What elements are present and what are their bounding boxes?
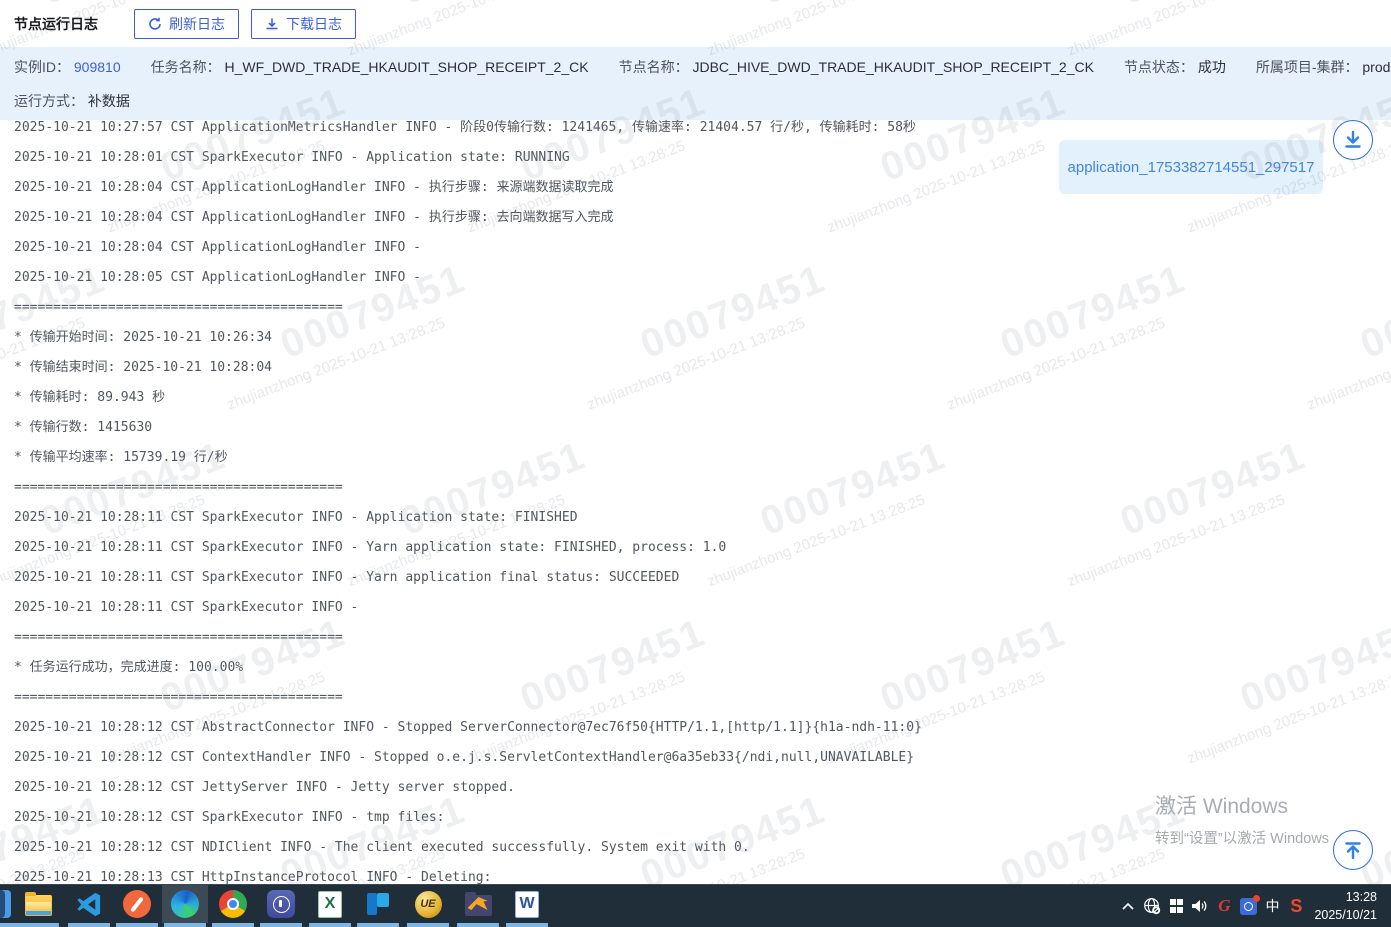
taskbar-app-file-explorer[interactable]: [15, 885, 61, 923]
log-line: 2025-10-21 10:28:04 CST ApplicationLogHa…: [0, 233, 1391, 263]
taskbar-app-chrome[interactable]: [210, 885, 256, 923]
tray-ime-button[interactable]: 中: [1260, 887, 1284, 925]
page-title: 节点运行日志: [14, 14, 98, 34]
log-line: 2025-10-21 10:28:12 CST AbstractConnecto…: [0, 713, 1391, 743]
volume-icon: [1191, 898, 1209, 914]
chevron-up-icon: [1121, 902, 1135, 911]
node-name-field: 节点名称： JDBC_HIVE_DWD_TRADE_HKAUDIT_SHOP_R…: [619, 57, 1094, 77]
page-header: 节点运行日志 刷新日志 下载日志: [0, 0, 1391, 47]
tray-windows-button[interactable]: [1164, 887, 1188, 925]
activate-windows-watermark: 激活 Windows 转到“设置”以激活 Windows: [1155, 790, 1329, 848]
instance-id-field: 实例ID： 909810: [14, 57, 121, 77]
taskbar-app-edge[interactable]: [162, 885, 208, 923]
pen-tool-app-icon: [123, 890, 151, 918]
windows-logo-icon: [1170, 899, 1184, 913]
refresh-log-label: 刷新日志: [169, 14, 225, 34]
network-globe-icon: [1143, 897, 1161, 915]
fine-app-icon: [365, 891, 391, 917]
download-log-label: 下载日志: [286, 14, 342, 34]
info-bar: 实例ID： 909810 任务名称： H_WF_DWD_TRADE_HKAUDI…: [0, 47, 1391, 120]
partial-app-icon: [0, 890, 11, 918]
application-id-popup: application_1753382714551_297517: [1059, 140, 1323, 194]
log-line: 2025-10-21 10:28:11 CST SparkExecutor IN…: [0, 533, 1391, 563]
vscode-icon: [76, 891, 103, 918]
clock-time: 13:28: [1314, 888, 1377, 906]
log-line: 2025-10-21 10:28:11 CST SparkExecutor IN…: [0, 593, 1391, 623]
info-row-1: 实例ID： 909810 任务名称： H_WF_DWD_TRADE_HKAUDI…: [14, 57, 1377, 77]
refresh-icon: [148, 17, 162, 31]
log-line: * 任务运行成功，完成进度: 100.00%: [0, 653, 1391, 683]
tray-screenshot-app-button[interactable]: [1236, 887, 1260, 925]
taskbar-app-vscode[interactable]: [66, 885, 112, 923]
ime-indicator: 中: [1265, 896, 1279, 916]
edge-browser-icon: [171, 890, 199, 918]
log-line: 2025-10-21 10:28:04 CST ApplicationLogHa…: [0, 203, 1391, 233]
log-line: 2025-10-21 10:28:12 CST ContextHandler I…: [0, 743, 1391, 773]
taskbar-clock[interactable]: 13:28 2025/10/21: [1308, 888, 1385, 924]
screenshot-app-icon: [1240, 898, 1257, 915]
instance-id-link[interactable]: 909810: [74, 59, 121, 75]
taskbar-app-meeting[interactable]: [258, 885, 304, 923]
run-mode-field: 运行方式： 补数据: [14, 91, 130, 111]
log-line: * 传输行数: 1415630: [0, 413, 1391, 443]
word-icon: W: [515, 891, 539, 918]
tray-g-app-button[interactable]: G: [1212, 887, 1236, 925]
log-line: * 传输耗时: 89.943 秒: [0, 383, 1391, 413]
back-to-top-button[interactable]: [1333, 830, 1373, 870]
log-line: * 传输平均速率: 15739.19 行/秒: [0, 443, 1391, 473]
tray-network-button[interactable]: [1140, 887, 1164, 925]
activate-windows-line1: 激活 Windows: [1155, 790, 1329, 820]
back-to-top-icon: [1342, 839, 1364, 861]
tray-volume-button[interactable]: [1188, 887, 1212, 925]
application-id-link[interactable]: application_1753382714551_297517: [1068, 159, 1315, 176]
refresh-log-button[interactable]: 刷新日志: [134, 9, 239, 39]
taskbar-app-ultraedit[interactable]: UE: [405, 885, 451, 923]
node-status-value: 成功: [1198, 59, 1226, 75]
taskbar-app-word[interactable]: W: [504, 885, 550, 923]
log-viewer[interactable]: 2025-10-21 10:27:57 CST ApplicationMetri…: [0, 113, 1391, 884]
node-status-field: 节点状态： 成功: [1124, 57, 1226, 77]
sogou-icon: S: [1290, 896, 1302, 917]
download-arrow-icon: [1342, 129, 1364, 151]
log-line: 2025-10-21 10:28:11 CST SparkExecutor IN…: [0, 503, 1391, 533]
download-float-button[interactable]: [1333, 120, 1373, 160]
taskbar-app-fine[interactable]: [355, 885, 401, 923]
log-line: * 传输结束时间: 2025-10-21 10:28:04: [0, 353, 1391, 383]
tray-expand-button[interactable]: [1116, 887, 1140, 925]
download-log-button[interactable]: 下载日志: [251, 9, 356, 39]
log-line: 2025-10-21 10:28:13 CST HttpInstanceProt…: [0, 863, 1391, 884]
chrome-browser-icon: [219, 890, 247, 918]
log-line: 2025-10-21 10:28:05 CST ApplicationLogHa…: [0, 263, 1391, 293]
activate-windows-line2: 转到“设置”以激活 Windows: [1155, 827, 1329, 848]
download-icon: [265, 17, 279, 31]
taskbar-app-excel[interactable]: X: [307, 885, 353, 923]
g-app-icon: G: [1218, 896, 1230, 916]
taskbar-app-folder-tool[interactable]: [455, 885, 501, 923]
log-line: ========================================…: [0, 623, 1391, 653]
meeting-app-icon: [267, 890, 295, 918]
project-cluster-field: 所属项目-集群： product-easyops-cluster: [1256, 57, 1391, 77]
taskbar-app-pen-tool[interactable]: [114, 885, 160, 923]
ultraedit-icon: UE: [415, 891, 442, 918]
task-name-field: 任务名称： H_WF_DWD_TRADE_HKAUDIT_SHOP_RECEIP…: [151, 57, 589, 77]
folder-tool-app-icon: [465, 895, 492, 916]
tray-sogou-button[interactable]: S: [1284, 887, 1308, 925]
clock-date: 2025/10/21: [1314, 906, 1377, 924]
system-tray: G 中 S 13:28 2025/10/21: [1116, 885, 1391, 927]
excel-icon: X: [318, 891, 342, 918]
log-line: * 传输开始时间: 2025-10-21 10:26:34: [0, 323, 1391, 353]
log-line: ========================================…: [0, 683, 1391, 713]
log-line: 2025-10-21 10:28:11 CST SparkExecutor IN…: [0, 563, 1391, 593]
file-explorer-icon: [25, 895, 52, 916]
taskbar: X UE W G 中 S 13:28 2025/1: [0, 884, 1391, 927]
log-line: ========================================…: [0, 473, 1391, 503]
log-line: ========================================…: [0, 293, 1391, 323]
info-row-2: 运行方式： 补数据: [14, 91, 1377, 111]
